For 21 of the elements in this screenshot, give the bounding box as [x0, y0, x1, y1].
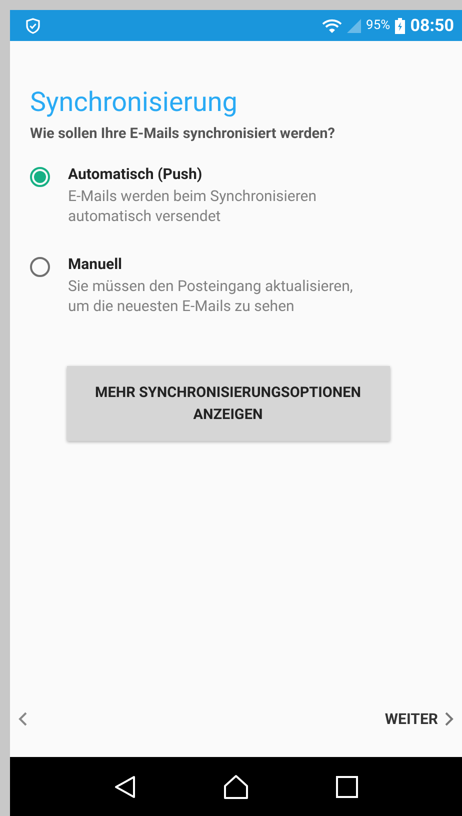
chevron-right-icon [444, 712, 454, 726]
recents-icon[interactable] [336, 776, 358, 798]
radio-button[interactable] [30, 167, 50, 187]
option-description: Sie müssen den Posteingang aktualisieren, um die neuesten E-Mails zu sehen [68, 276, 354, 316]
signal-icon [347, 18, 362, 32]
home-icon[interactable] [222, 774, 249, 800]
back-chevron-icon[interactable] [18, 712, 28, 726]
shield-check-icon [26, 18, 40, 34]
option-label: Manuell [68, 254, 124, 274]
battery-charging-icon [395, 18, 406, 34]
back-icon[interactable] [114, 774, 136, 798]
option-label: Automatisch (Push) [68, 164, 204, 184]
page-title: Synchronisierung [30, 85, 238, 119]
wifi-icon [322, 18, 342, 32]
clock: 08:50 [410, 16, 454, 36]
radio-button[interactable] [30, 257, 50, 277]
more-options-button[interactable]: MEHR SYNCHRONISIERUNGSOPTIONEN ANZEIGEN [66, 366, 390, 441]
next-button[interactable]: WEITER [384, 710, 454, 728]
option-description: E-Mails werden beim Synchronisieren automatisch versendet [68, 186, 318, 226]
battery-percent: 95% [366, 18, 390, 33]
page-subtitle: Wie sollen Ihre E-Mails synchronisiert werden? [30, 125, 336, 142]
